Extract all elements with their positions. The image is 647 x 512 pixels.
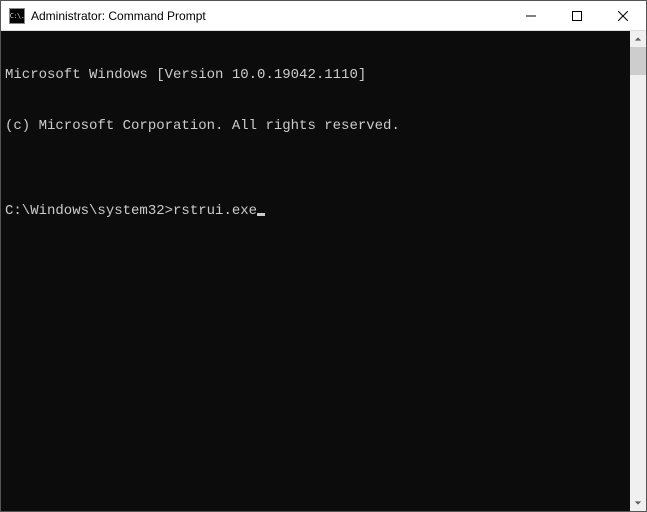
maximize-button[interactable] xyxy=(554,1,600,31)
scroll-up-button[interactable] xyxy=(630,31,646,47)
terminal-command: rstrui.exe xyxy=(173,203,257,220)
command-prompt-window: C:\. Administrator: Command Prompt Micro… xyxy=(0,0,647,512)
client-area: Microsoft Windows [Version 10.0.19042.11… xyxy=(1,31,646,511)
minimize-icon xyxy=(526,11,536,21)
window-title: Administrator: Command Prompt xyxy=(31,9,206,23)
terminal-output[interactable]: Microsoft Windows [Version 10.0.19042.11… xyxy=(1,31,630,511)
minimize-button[interactable] xyxy=(508,1,554,31)
terminal-prompt: C:\Windows\system32> xyxy=(5,203,173,220)
maximize-icon xyxy=(572,11,582,21)
terminal-cursor xyxy=(257,213,265,216)
scroll-thumb[interactable] xyxy=(630,47,646,75)
chevron-down-icon xyxy=(634,499,642,507)
terminal-prompt-line: C:\Windows\system32>rstrui.exe xyxy=(5,203,626,220)
terminal-line-copyright: (c) Microsoft Corporation. All rights re… xyxy=(5,118,626,135)
close-icon xyxy=(618,11,628,21)
close-button[interactable] xyxy=(600,1,646,31)
vertical-scrollbar[interactable] xyxy=(630,31,646,511)
chevron-up-icon xyxy=(634,35,642,43)
cmd-icon-glyph: C:\. xyxy=(10,12,25,20)
titlebar[interactable]: C:\. Administrator: Command Prompt xyxy=(1,1,646,31)
cmd-icon: C:\. xyxy=(9,8,25,24)
window-controls xyxy=(508,1,646,30)
scroll-track[interactable] xyxy=(630,47,646,495)
terminal-line-version: Microsoft Windows [Version 10.0.19042.11… xyxy=(5,67,626,84)
scroll-down-button[interactable] xyxy=(630,495,646,511)
